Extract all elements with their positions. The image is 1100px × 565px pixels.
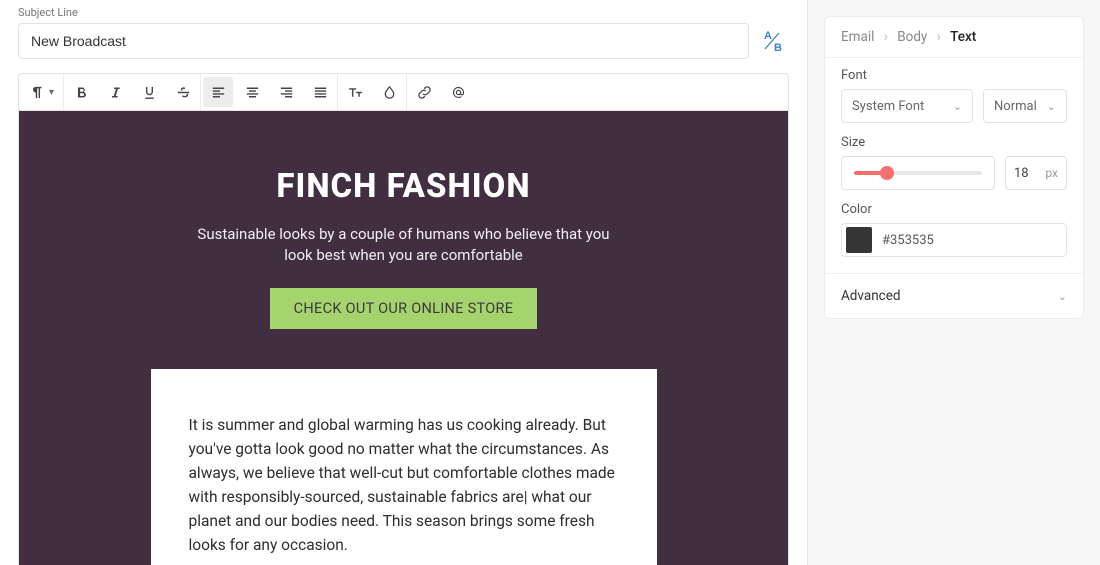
link-icon <box>416 84 433 101</box>
align-right-button[interactable] <box>271 77 301 107</box>
chevron-down-icon: ⌄ <box>953 100 962 113</box>
svg-text:B: B <box>774 42 782 54</box>
ab-test-icon: A B <box>758 27 786 55</box>
slider-thumb[interactable] <box>880 166 894 180</box>
font-weight-select[interactable]: Normal⌄ <box>983 89 1067 123</box>
pilcrow-icon <box>28 84 45 101</box>
strikethrough-button[interactable] <box>168 77 198 107</box>
color-label: Color <box>841 202 1067 217</box>
size-input[interactable]: 18px <box>1005 156 1067 190</box>
chevron-down-icon: ▾ <box>49 87 54 98</box>
crumb-email[interactable]: Email <box>841 29 874 45</box>
body-paragraph[interactable]: It is summer and global warming has us c… <box>189 413 619 557</box>
bold-button[interactable] <box>66 77 96 107</box>
breadcrumb: Email › Body › Text <box>825 17 1083 58</box>
align-center-button[interactable] <box>237 77 267 107</box>
drop-icon <box>381 84 398 101</box>
align-justify-icon <box>312 84 329 101</box>
ab-test-button[interactable]: A B <box>755 23 789 59</box>
paragraph-style-button[interactable]: ▾ <box>21 77 61 107</box>
body-card[interactable]: It is summer and global warming has us c… <box>151 369 657 565</box>
text-size-button[interactable] <box>340 77 370 107</box>
crumb-text: Text <box>950 29 976 45</box>
chevron-right-icon: › <box>937 29 941 45</box>
underline-icon <box>141 84 158 101</box>
size-label: Size <box>841 135 1067 150</box>
italic-button[interactable] <box>100 77 130 107</box>
align-justify-button[interactable] <box>305 77 335 107</box>
subject-label: Subject Line <box>18 6 789 19</box>
size-slider[interactable] <box>841 156 995 190</box>
hero-section: FINCH FASHION Sustainable looks by a cou… <box>19 111 788 369</box>
email-canvas[interactable]: FINCH FASHION Sustainable looks by a cou… <box>18 111 789 565</box>
mention-button[interactable] <box>443 77 473 107</box>
align-left-icon <box>210 84 227 101</box>
svg-text:A: A <box>764 30 772 42</box>
text-color-button[interactable] <box>374 77 404 107</box>
editor-toolbar: ▾ <box>18 73 789 111</box>
align-right-icon <box>278 84 295 101</box>
subject-input[interactable] <box>18 23 749 59</box>
advanced-toggle[interactable]: Advanced ⌄ <box>825 273 1083 318</box>
align-left-button[interactable] <box>203 77 233 107</box>
inspector-panel: Email › Body › Text Font System Font⌄ No… <box>824 16 1084 319</box>
color-swatch[interactable] <box>846 227 872 253</box>
strikethrough-icon <box>175 84 192 101</box>
align-center-icon <box>244 84 261 101</box>
font-label: Font <box>841 68 1067 83</box>
bold-icon <box>73 84 90 101</box>
chevron-right-icon: › <box>884 29 888 45</box>
hero-subtitle: Sustainable looks by a couple of humans … <box>189 224 619 266</box>
chevron-down-icon: ⌄ <box>1058 290 1067 303</box>
crumb-body[interactable]: Body <box>897 29 927 45</box>
at-icon <box>450 84 467 101</box>
font-family-select[interactable]: System Font⌄ <box>841 89 973 123</box>
underline-button[interactable] <box>134 77 164 107</box>
cta-button[interactable]: CHECK OUT OUR ONLINE STORE <box>270 288 538 329</box>
color-input[interactable]: #353535 <box>841 223 1067 257</box>
chevron-down-icon: ⌄ <box>1047 100 1056 113</box>
hero-title: FINCH FASHION <box>59 167 748 206</box>
text-size-icon <box>347 84 364 101</box>
link-button[interactable] <box>409 77 439 107</box>
italic-icon <box>107 84 124 101</box>
